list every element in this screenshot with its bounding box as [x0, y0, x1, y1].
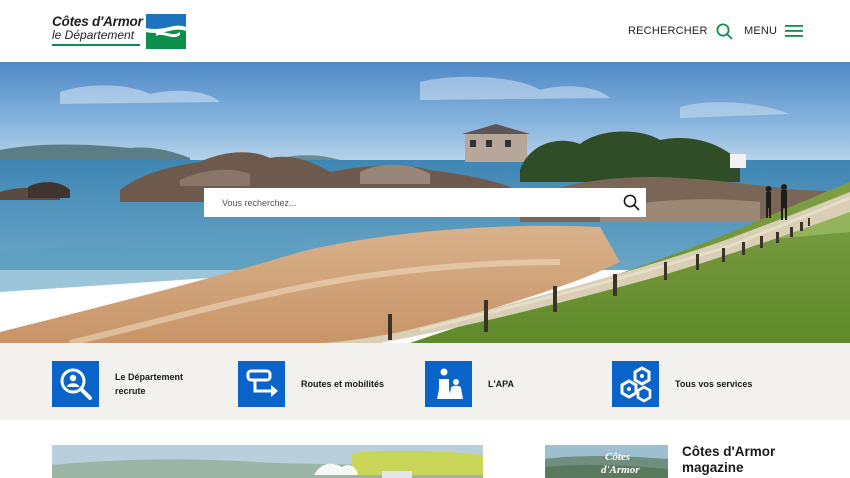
magazine-cover-title-line-1: Côtes [605, 451, 630, 463]
logo-flag-icon [146, 14, 186, 49]
quicklink-recruitment[interactable]: Le Département recrute [52, 361, 183, 407]
route-icon [238, 361, 285, 407]
featured-news-image[interactable] [52, 445, 483, 478]
header-menu-button[interactable]: MENU [744, 20, 804, 42]
logo-wordmark: Côtes d'Armor le Département [52, 14, 144, 42]
quicklink-roads-mobility[interactable]: Routes et mobilités [238, 361, 384, 407]
quicklink-label: L'APA [488, 379, 514, 389]
header-menu-label: MENU [744, 25, 778, 37]
search-icon [716, 23, 733, 39]
quicklink-label-line: Le Département [115, 372, 184, 382]
quicklink-label: Tous vos services [675, 379, 753, 389]
elderly-people-icon [425, 361, 472, 407]
person-search-icon [52, 361, 99, 407]
magazine-cover-title-line-2: d'Armor [601, 464, 640, 476]
logo-line-1: Côtes d'Armor [52, 14, 143, 29]
search-icon [623, 194, 639, 211]
quick-links-band: Le Département recrute Routes et mobilit… [0, 343, 850, 420]
quicklink-label: Le Département recrute [115, 370, 183, 398]
quicklink-apa[interactable]: L'APA [425, 361, 514, 407]
site-logo[interactable]: Côtes d'Armor le Département [52, 14, 186, 50]
magazine-title-link[interactable]: Côtes d'Armor magazine [682, 444, 812, 476]
quicklink-all-services[interactable]: Tous vos services [612, 361, 752, 407]
hero-search-input[interactable] [204, 188, 616, 217]
quicklink-label: Routes et mobilités [301, 379, 385, 389]
magazine-cover-image: Côtes d'Armor [545, 445, 668, 478]
hamburger-menu-icon [785, 25, 804, 37]
logo-underline [52, 44, 140, 46]
header-search-label: RECHERCHER [628, 25, 708, 37]
hero-search-bar [204, 188, 646, 217]
featured-news-photo [52, 445, 483, 478]
magazine-cover-thumbnail[interactable]: Côtes d'Armor [545, 445, 668, 478]
quicklink-label-line: recrute [115, 386, 146, 396]
logo-line-2: le Département [52, 28, 135, 42]
site-header: Côtes d'Armor le Département RECHERCHER … [0, 0, 850, 62]
header-search-button[interactable]: RECHERCHER [628, 20, 733, 42]
services-hexagon-icon [612, 361, 659, 407]
hero-search-submit-button[interactable] [616, 188, 646, 217]
